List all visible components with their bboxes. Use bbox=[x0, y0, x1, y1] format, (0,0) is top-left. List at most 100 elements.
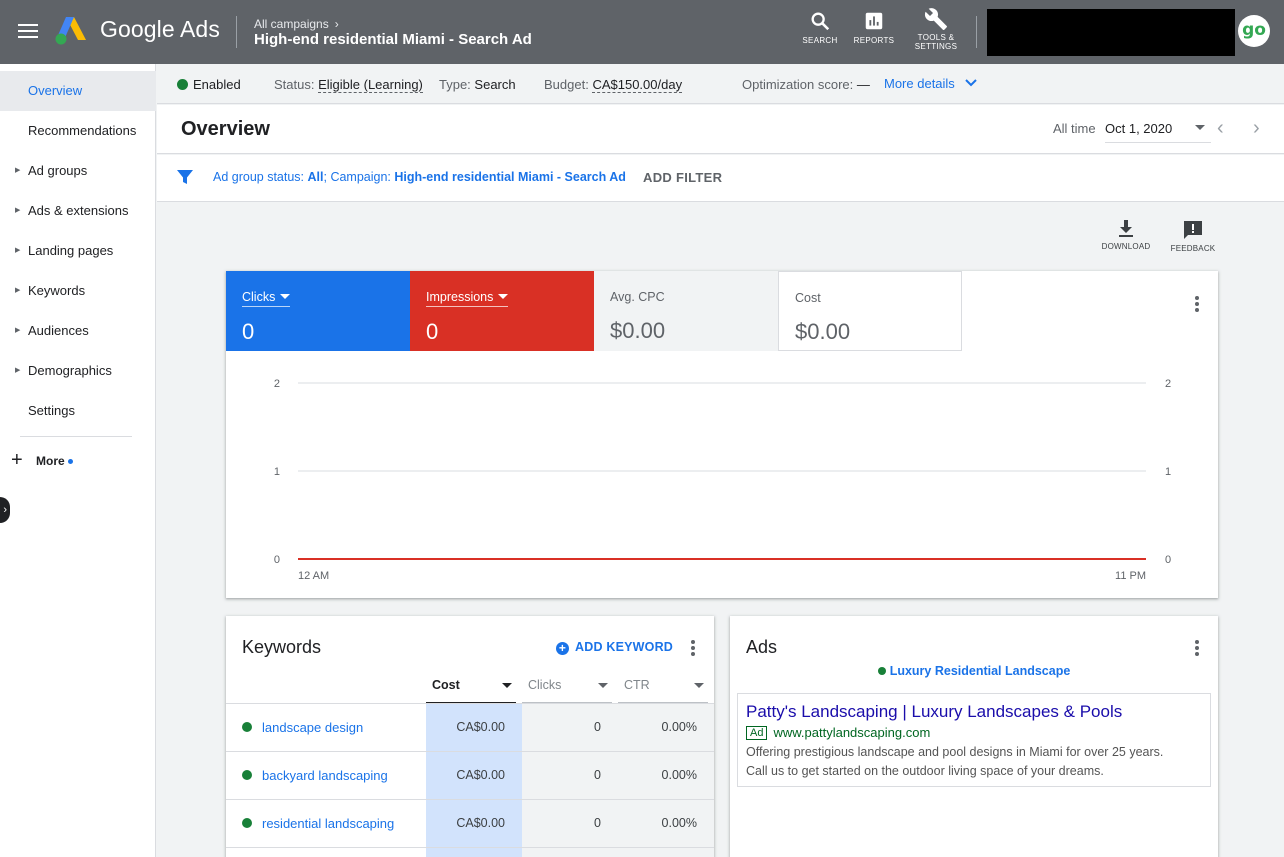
tools-label-1: TOOLS & bbox=[917, 33, 955, 42]
ad-url-text: www.pattylandscaping.com bbox=[773, 725, 931, 740]
ads-more-options-icon[interactable] bbox=[1195, 640, 1199, 658]
feedback-icon bbox=[1184, 221, 1202, 239]
feedback-label: FEEDBACK bbox=[1170, 244, 1216, 253]
type-label: Type: bbox=[439, 77, 471, 92]
sidebar-item-keywords[interactable]: ▶ Keywords bbox=[0, 271, 156, 311]
reports-button[interactable]: REPORTS bbox=[842, 10, 906, 45]
ads-card: Ads Luxury Residential Landscape Patty's… bbox=[730, 616, 1218, 857]
menu-icon[interactable] bbox=[16, 20, 40, 44]
ad-badge: Ad bbox=[746, 726, 768, 740]
sidebar-more-button[interactable]: + More bbox=[0, 446, 156, 476]
y-tick-label-right: 0 bbox=[1165, 554, 1171, 566]
add-keyword-button[interactable]: + ADD KEYWORD bbox=[556, 640, 673, 655]
keyword-link[interactable]: landscape design bbox=[262, 720, 363, 735]
status-value[interactable]: Eligible (Learning) bbox=[318, 77, 423, 93]
active-filter-chip[interactable]: Ad group status: All; Campaign: High-end… bbox=[213, 170, 626, 184]
breadcrumb[interactable]: All campaigns › bbox=[254, 17, 339, 31]
column-header-cost[interactable]: Cost bbox=[426, 675, 516, 703]
ad-group-label: Luxury Residential Landscape bbox=[889, 664, 1071, 678]
metric-value: 0 bbox=[242, 319, 255, 344]
chart-more-options-icon[interactable] bbox=[1195, 296, 1199, 314]
breadcrumb-label[interactable]: All campaigns bbox=[254, 17, 329, 31]
sidebar-item-demographics[interactable]: ▶ Demographics bbox=[0, 351, 156, 391]
sidebar-item-label: Settings bbox=[28, 403, 75, 418]
metric-avg-cpc[interactable]: Avg. CPC $0.00 bbox=[594, 271, 778, 351]
feedback-button[interactable]: FEEDBACK bbox=[1163, 219, 1223, 253]
reports-label: REPORTS bbox=[853, 36, 895, 45]
budget-value[interactable]: CA$150.00/day bbox=[592, 77, 683, 93]
column-header-clicks[interactable]: Clicks bbox=[522, 675, 612, 703]
column-header-label: CTR bbox=[624, 678, 650, 692]
date-range-label: All time bbox=[1053, 121, 1096, 136]
enabled-status[interactable]: Enabled bbox=[177, 77, 241, 92]
column-header-label: Cost bbox=[432, 678, 460, 692]
previous-period-button[interactable]: ‹ bbox=[1217, 117, 1224, 140]
keyword-link[interactable]: residential landscaping bbox=[262, 816, 394, 831]
campaign-title: High-end residential Miami - Search Ad bbox=[254, 31, 532, 48]
ads-card-title: Ads bbox=[746, 637, 778, 657]
reports-icon bbox=[865, 12, 883, 30]
metric-label[interactable]: Clicks bbox=[242, 290, 291, 307]
filter-prefix: Ad group status: bbox=[213, 170, 308, 184]
enabled-dot-icon bbox=[242, 770, 252, 780]
filter-icon[interactable] bbox=[177, 169, 193, 185]
avatar[interactable]: go bbox=[1238, 15, 1270, 47]
metric-cost[interactable]: Cost $0.00 bbox=[778, 271, 962, 351]
next-period-button[interactable]: › bbox=[1253, 117, 1260, 140]
metric-clicks[interactable]: Clicks 0 bbox=[226, 271, 410, 351]
ad-preview[interactable]: Patty's Landscaping | Luxury Landscapes … bbox=[737, 693, 1211, 787]
keywords-more-options-icon[interactable] bbox=[691, 640, 695, 658]
ad-headline[interactable]: Patty's Landscaping | Luxury Landscapes … bbox=[746, 702, 1202, 722]
sidebar-item-landing-pages[interactable]: ▶ Landing pages bbox=[0, 231, 156, 271]
sidebar-item-settings[interactable]: Settings bbox=[0, 391, 156, 431]
sidebar-item-label: Keywords bbox=[28, 283, 86, 298]
more-details-button[interactable]: More details bbox=[884, 76, 978, 91]
metric-impressions[interactable]: Impressions 0 bbox=[410, 271, 594, 351]
filter-campaign-value: High-end residential Miami - Search Ad bbox=[394, 170, 626, 184]
budget-field[interactable]: Budget: CA$150.00/day bbox=[544, 77, 683, 93]
wrench-icon bbox=[924, 8, 947, 30]
x-tick-label: 11 PM bbox=[1115, 570, 1146, 582]
sidebar-item-recommendations[interactable]: Recommendations bbox=[0, 111, 156, 151]
add-filter-button[interactable]: ADD FILTER bbox=[643, 170, 722, 185]
status-field[interactable]: Status: Eligible (Learning) bbox=[274, 77, 423, 93]
ctr-cell: 0.00% bbox=[618, 704, 714, 752]
budget-label: Budget: bbox=[544, 77, 589, 92]
chevron-down-icon bbox=[965, 79, 978, 87]
more-details-label: More details bbox=[884, 76, 955, 91]
ctr-cell bbox=[618, 848, 714, 857]
metric-value: 0 bbox=[426, 319, 439, 344]
download-button[interactable]: DOWNLOAD bbox=[1096, 219, 1156, 251]
sidebar-item-overview[interactable]: Overview bbox=[0, 71, 156, 111]
metric-label[interactable]: Impressions bbox=[426, 290, 509, 307]
ad-description: Offering prestigious landscape and pool … bbox=[746, 743, 1202, 781]
dropdown-arrow-icon bbox=[1195, 125, 1205, 130]
ad-group-link[interactable]: Luxury Residential Landscape bbox=[730, 664, 1218, 678]
sort-arrow-icon bbox=[694, 683, 704, 688]
tools-settings-button[interactable]: TOOLS & SETTINGS bbox=[904, 7, 968, 51]
type-value: Search bbox=[474, 77, 516, 92]
cost-cell bbox=[426, 848, 522, 857]
ctr-cell: 0.00% bbox=[618, 800, 714, 848]
page-header: Overview All time Oct 1, 2020 ‹ › bbox=[157, 105, 1284, 154]
filter-mid: ; Campaign: bbox=[323, 170, 395, 184]
page-title: Overview bbox=[181, 118, 270, 140]
sidebar-item-label: Audiences bbox=[28, 323, 89, 338]
sidebar-item-audiences[interactable]: ▶ Audiences bbox=[0, 311, 156, 351]
y-tick-label-right: 2 bbox=[1165, 378, 1171, 390]
account-info-redacted[interactable] bbox=[987, 9, 1235, 56]
enabled-dot-icon bbox=[242, 722, 252, 732]
collapse-sidebar-button[interactable]: › bbox=[0, 497, 10, 523]
date-range-picker[interactable]: Oct 1, 2020 bbox=[1105, 115, 1211, 143]
sidebar-item-ad-groups[interactable]: ▶ Ad groups bbox=[0, 151, 156, 191]
expand-arrow-icon: ▶ bbox=[15, 327, 21, 334]
keyword-link[interactable]: backyard landscaping bbox=[262, 768, 388, 783]
sidebar-item-label: Overview bbox=[28, 83, 83, 98]
column-header-label: Clicks bbox=[528, 678, 562, 692]
google-ads-logo bbox=[55, 17, 86, 45]
column-header-ctr[interactable]: CTR bbox=[618, 675, 708, 703]
more-label: More bbox=[36, 454, 65, 468]
sidebar-item-ads-extensions[interactable]: ▶ Ads & extensions bbox=[0, 191, 156, 231]
x-tick-label: 12 AM bbox=[298, 570, 329, 582]
type-field: Type: Search bbox=[439, 77, 516, 92]
